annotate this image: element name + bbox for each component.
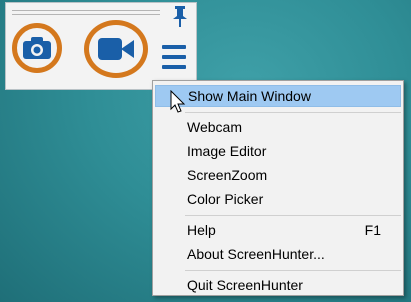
menu-item-about[interactable]: About ScreenHunter... — [155, 243, 401, 265]
menu-item-quit[interactable]: Quit ScreenHunter — [155, 274, 401, 296]
menu-icon[interactable] — [162, 45, 186, 71]
menu-item-label: ScreenZoom — [187, 167, 268, 183]
drag-grip-line[interactable] — [12, 10, 160, 11]
menu-item-image-editor[interactable]: Image Editor — [155, 140, 401, 162]
drag-grip-line[interactable] — [12, 14, 160, 15]
video-record-button[interactable] — [84, 20, 148, 78]
menu-item-color-picker[interactable]: Color Picker — [155, 188, 401, 210]
screenshot-button[interactable] — [12, 23, 62, 73]
menu-item-label: About ScreenHunter... — [187, 246, 325, 262]
menu-separator — [185, 112, 401, 113]
menu-item-label: Image Editor — [187, 143, 267, 159]
mouse-pointer-icon — [170, 89, 186, 114]
menu-item-label: Quit ScreenHunter — [187, 277, 303, 293]
menu-item-label: Help — [187, 222, 216, 238]
menu-item-webcam[interactable]: Webcam — [155, 116, 401, 138]
video-camera-icon — [98, 38, 134, 60]
menu-item-label: Color Picker — [187, 191, 264, 207]
menu-separator — [185, 270, 401, 271]
menu-separator — [185, 215, 401, 216]
menu-item-label: Webcam — [187, 119, 242, 135]
screenhunter-toolbar-widget — [5, 2, 197, 90]
menu-item-help[interactable]: Help F1 — [155, 219, 401, 241]
context-menu: Show Main Window Webcam Image Editor Scr… — [152, 80, 404, 296]
camera-icon — [23, 37, 51, 59]
pin-icon[interactable] — [172, 5, 188, 29]
menu-item-label: Show Main Window — [188, 88, 311, 104]
menu-item-shortcut: F1 — [364, 222, 381, 238]
menu-item-screenzoom[interactable]: ScreenZoom — [155, 164, 401, 186]
menu-item-show-main-window[interactable]: Show Main Window — [155, 85, 401, 107]
